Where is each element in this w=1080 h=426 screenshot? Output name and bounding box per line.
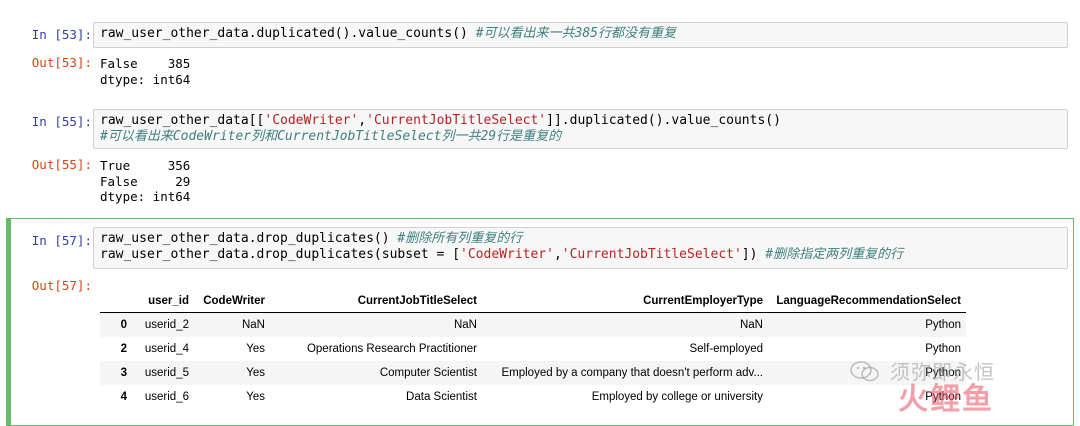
column-header: user_id xyxy=(132,290,194,313)
table-cell: NaN xyxy=(453,318,477,331)
in-prompt-55: In [55]: xyxy=(31,114,92,129)
code-token: ]) xyxy=(741,247,766,262)
out-prompt-55: Out[55]: xyxy=(31,157,92,172)
table-cell: NaN xyxy=(739,318,763,331)
table-header-row: user_id CodeWriter CurrentJobTitleSelect… xyxy=(100,290,966,313)
table-cell: Operations Research Practitioner xyxy=(306,342,477,355)
output-text-53: False 385 dtype: int64 xyxy=(100,56,191,87)
table-cell: Employed by college or university xyxy=(591,390,763,403)
table-cell: userid_4 xyxy=(144,342,189,355)
in-prompt-57: In [57]: xyxy=(31,233,92,248)
table-cell: userid_5 xyxy=(144,366,189,379)
out-prompt-57: Out[57]: xyxy=(31,278,92,293)
table-row: 4 userid_6 Yes Data Scientist Employed b… xyxy=(100,385,966,409)
table-cell: Employed by a company that doesn't perfo… xyxy=(501,366,763,379)
table-cell: NaN xyxy=(241,318,265,331)
table-cell: Python xyxy=(925,366,961,379)
code-token: raw_user_other_data.duplicated().value_c… xyxy=(100,26,476,41)
code-line: raw_user_other_data.drop_duplicates(subs… xyxy=(100,247,1061,263)
table-cell: Yes xyxy=(246,342,265,355)
code-line: #可以看出来CodeWriter列和CurrentJobTitleSelect列… xyxy=(100,129,1061,145)
table-cell: Computer Scientist xyxy=(379,366,477,379)
code-token: raw_user_other_data.drop_duplicates(subs… xyxy=(100,247,461,262)
table-row: 0 userid_2 NaN NaN NaN Python xyxy=(100,312,966,337)
column-header: LanguageRecommendationSelect xyxy=(768,290,966,313)
column-header: CurrentJobTitleSelect xyxy=(270,290,482,313)
row-index: 2 xyxy=(120,342,127,355)
column-header: CodeWriter xyxy=(194,290,270,313)
table-cell: userid_2 xyxy=(144,318,189,331)
table-cell: Yes xyxy=(246,390,265,403)
code-line: raw_user_other_data[['CodeWriter','Curre… xyxy=(100,113,1061,129)
code-comment: #可以看出来一共385行都没有重复 xyxy=(475,26,676,41)
table-row: 3 userid_5 Yes Computer Scientist Employ… xyxy=(100,360,966,385)
code-token: , xyxy=(358,113,367,128)
row-index: 4 xyxy=(120,390,127,403)
output-text-55: True 356 False 29 dtype: int64 xyxy=(100,158,191,204)
code-string: 'CurrentJobTitleSelect' xyxy=(366,113,547,128)
code-token: raw_user_other_data.drop_duplicates() xyxy=(100,231,398,246)
column-header xyxy=(100,290,132,313)
table-cell: userid_6 xyxy=(144,390,189,403)
table-row: 2 userid_4 Yes Operations Research Pract… xyxy=(100,337,966,361)
code-token: ]].duplicated().value_counts() xyxy=(546,113,781,128)
code-comment: #可以看出来CodeWriter列和CurrentJobTitleSelect列… xyxy=(100,129,562,144)
code-input-53[interactable]: raw_user_other_data.duplicated().value_c… xyxy=(93,22,1068,48)
code-line: raw_user_other_data.drop_duplicates() #删… xyxy=(100,231,1061,247)
table-cell: Python xyxy=(925,318,961,331)
code-input-55[interactable]: raw_user_other_data[['CodeWriter','Curre… xyxy=(93,109,1068,149)
code-string: 'CodeWriter' xyxy=(460,247,554,262)
code-string: 'CurrentJobTitleSelect' xyxy=(561,247,742,262)
table-cell: Yes xyxy=(246,366,265,379)
table-cell: Python xyxy=(925,342,961,355)
row-index: 0 xyxy=(120,318,127,331)
code-comment: #删除指定两列重复的行 xyxy=(765,247,904,262)
out-prompt-53: Out[53]: xyxy=(31,55,92,70)
code-token: , xyxy=(553,247,562,262)
code-string: 'CodeWriter' xyxy=(264,113,359,128)
table-cell: Self-employed xyxy=(689,342,763,355)
row-index: 3 xyxy=(120,366,127,379)
code-token: raw_user_other_data[[ xyxy=(100,113,265,128)
code-input-57[interactable]: raw_user_other_data.drop_duplicates() #删… xyxy=(93,227,1068,269)
column-header: CurrentEmployerType xyxy=(482,290,768,313)
code-comment: #删除所有列重复的行 xyxy=(397,231,523,246)
table-cell: Python xyxy=(925,390,961,403)
dataframe-table: user_id CodeWriter CurrentJobTitleSelect… xyxy=(100,290,966,409)
table-cell: Data Scientist xyxy=(406,390,477,403)
code-line: raw_user_other_data.duplicated().value_c… xyxy=(100,26,1061,42)
in-prompt-53: In [53]: xyxy=(31,27,92,42)
